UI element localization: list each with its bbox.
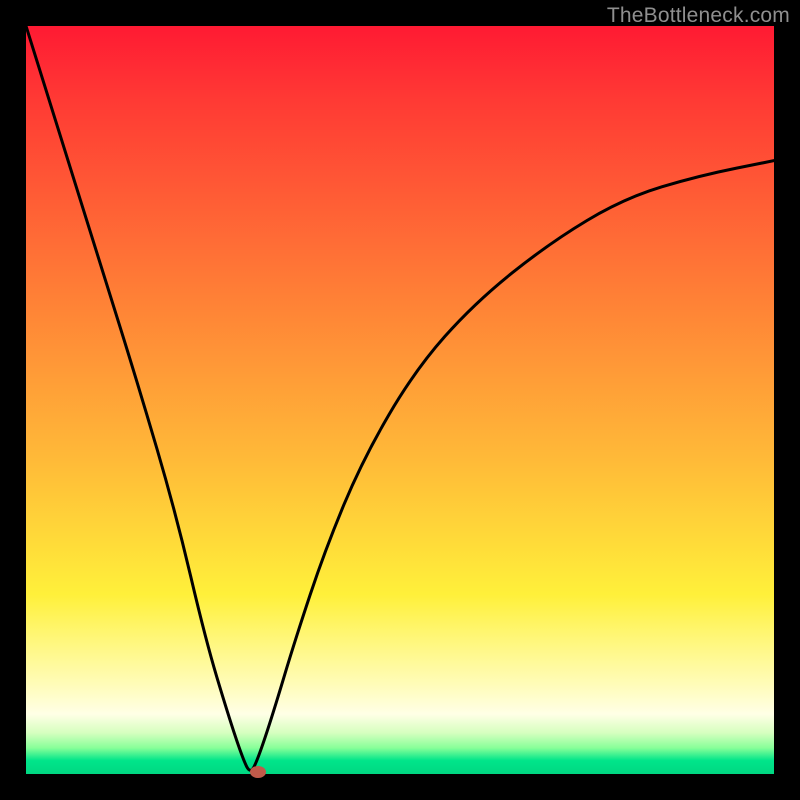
minimum-marker bbox=[250, 766, 266, 778]
watermark-text: TheBottleneck.com bbox=[607, 4, 790, 28]
bottleneck-curve bbox=[26, 26, 774, 774]
chart-frame: TheBottleneck.com bbox=[0, 0, 800, 800]
plot-area bbox=[26, 26, 774, 774]
